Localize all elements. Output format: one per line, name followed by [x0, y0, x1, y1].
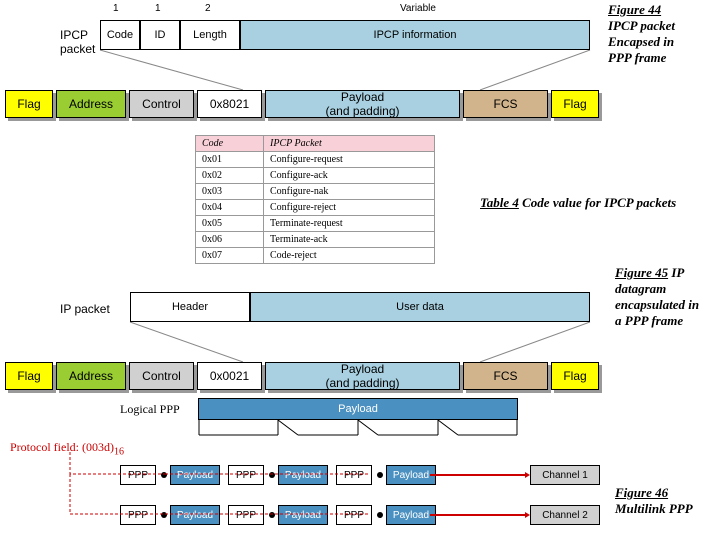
t4b: Code value for IPCP packets — [519, 195, 676, 210]
channel-2: Channel 2 — [530, 505, 600, 525]
c4: 0x05 — [196, 216, 264, 232]
f1-fcs: FCS — [463, 90, 548, 118]
ipcp-id: ID — [140, 20, 180, 50]
f2-flag2: Flag — [551, 362, 599, 390]
v3: Configure-reject — [264, 200, 435, 216]
th-pkt: IPCP Packet — [264, 136, 435, 152]
arrow-ch1 — [430, 472, 530, 482]
fig45-l1: IP — [671, 265, 684, 280]
ip-header: Header — [130, 292, 250, 322]
ip-userdata: User data — [250, 292, 590, 322]
c3: 0x04 — [196, 200, 264, 216]
ipcp-length: Length — [180, 20, 240, 50]
f2-fcs: FCS — [463, 362, 548, 390]
tick-1b: 1 — [155, 3, 161, 14]
table-row: 0x07Code-reject — [196, 248, 435, 264]
ip-packet-label: IP packet — [60, 302, 110, 316]
table4-caption: Table 4 Code value for IPCP packets — [480, 195, 676, 211]
f2-proto: 0x0021 — [197, 362, 262, 390]
v1: Configure-ack — [264, 168, 435, 184]
fig46-l1: Multilink PPP — [615, 501, 720, 517]
c2: 0x03 — [196, 184, 264, 200]
f1-control: Control — [129, 90, 194, 118]
arrow-ch2 — [430, 512, 530, 522]
fig46-caption: Figure 46 Multilink PPP — [615, 485, 720, 517]
channel-1: Channel 1 — [530, 465, 600, 485]
fig46-title: Figure 46 — [615, 485, 720, 501]
table-row: 0x01Configure-request — [196, 152, 435, 168]
f2-payload: Payload (and padding) — [265, 362, 460, 390]
table-row: 0x02Configure-ack — [196, 168, 435, 184]
f1-payload: Payload (and padding) — [265, 90, 460, 118]
v0: Configure-request — [264, 152, 435, 168]
logical-ppp-label: Logical PPP — [120, 402, 180, 417]
fig44-l2: Encapsed in — [608, 34, 718, 50]
f1-flag2: Flag — [551, 90, 599, 118]
c5: 0x06 — [196, 232, 264, 248]
f2-control: Control — [129, 362, 194, 390]
tick-2: 2 — [205, 3, 211, 14]
ipcp-code: Code — [100, 20, 140, 50]
fig44-l1: IPCP packet — [608, 18, 718, 34]
table-row: 0x06Terminate-ack — [196, 232, 435, 248]
c0: 0x01 — [196, 152, 264, 168]
table-row: 0x03Configure-nak — [196, 184, 435, 200]
ipcp-info: IPCP information — [240, 20, 590, 50]
proto-connectors — [10, 452, 430, 527]
c1: 0x02 — [196, 168, 264, 184]
f1-proto: 0x8021 — [197, 90, 262, 118]
tick-var: Variable — [400, 3, 436, 14]
fig45-caption: Figure 45 IP datagram encapsulated in a … — [615, 265, 720, 329]
c6: 0x07 — [196, 248, 264, 264]
trapezoid-1 — [0, 50, 720, 90]
fig44-title: Figure 44 — [608, 2, 718, 18]
t4a: Table 4 — [480, 195, 519, 210]
v4: Terminate-request — [264, 216, 435, 232]
th-code: Code — [196, 136, 264, 152]
f1-address: Address — [56, 90, 126, 118]
tick-1a: 1 — [113, 3, 119, 14]
code-table: CodeIPCP Packet 0x01Configure-request 0x… — [195, 135, 435, 264]
f2-flag1: Flag — [5, 362, 53, 390]
fig45-l3: encapsulated in — [615, 297, 720, 313]
fig45-title: Figure 45 — [615, 265, 668, 280]
v5: Terminate-ack — [264, 232, 435, 248]
f1-flag1: Flag — [5, 90, 53, 118]
f2-address: Address — [56, 362, 126, 390]
payload-split-lines — [198, 420, 518, 445]
table-row: 0x05Terminate-request — [196, 216, 435, 232]
v6: Code-reject — [264, 248, 435, 264]
v2: Configure-nak — [264, 184, 435, 200]
table-row: 0x04Configure-reject — [196, 200, 435, 216]
logical-payload: Payload — [198, 398, 518, 420]
trapezoid-2 — [0, 322, 720, 362]
fig45-l2: datagram — [615, 281, 720, 297]
